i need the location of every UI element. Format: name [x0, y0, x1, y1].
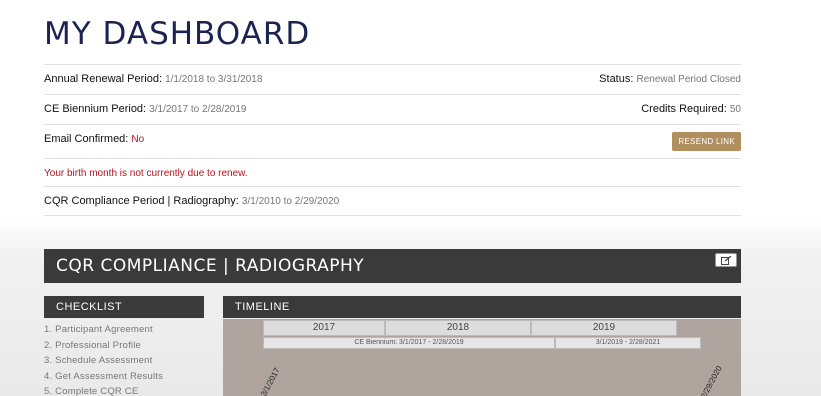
ce-row: CE Biennium Period: 3/1/2017 to 2/28/201…: [44, 94, 741, 124]
credits-label: Credits Required:: [641, 103, 727, 115]
renewal-value: 1/1/2018 to 3/31/2018: [165, 74, 263, 85]
page-title: MY DASHBOARD: [44, 16, 311, 52]
credits-group: Credits Required: 50: [641, 103, 741, 115]
timeline-year: 2018: [385, 320, 531, 336]
cqr-section-header: CQR COMPLIANCE | RADIOGRAPHY: [44, 249, 741, 283]
checklist-item[interactable]: 5. Complete CQR CE: [44, 384, 204, 396]
checklist-item[interactable]: 2. Professional Profile: [44, 338, 204, 354]
email-row: Email Confirmed: No RESEND LINK: [44, 124, 741, 158]
timeline-year: 2019: [531, 320, 677, 336]
checklist-header: CHECKLIST: [44, 296, 204, 318]
edit-button[interactable]: [715, 253, 737, 267]
timeline-header: TIMELINE: [223, 296, 741, 318]
checklist: 1. Participant Agreement 2. Professional…: [44, 322, 204, 396]
cqr-row: CQR Compliance Period | Radiography: 3/1…: [44, 186, 741, 216]
checklist-item[interactable]: 3. Schedule Assessment: [44, 353, 204, 369]
renewal-label: Annual Renewal Period:: [44, 73, 163, 85]
status-label: Status:: [599, 73, 634, 85]
cqr-label: CQR Compliance Period | Radiography:: [44, 195, 239, 207]
timeline-year: 2017: [263, 320, 385, 336]
ce-value: 3/1/2017 to 2/28/2019: [149, 104, 247, 115]
email-value: No: [131, 134, 145, 145]
account-info-table: Annual Renewal Period: 1/1/2018 to 3/31/…: [44, 64, 741, 216]
checklist-item[interactable]: 4. Get Assessment Results: [44, 369, 204, 385]
email-label: Email Confirmed:: [44, 133, 129, 145]
timeline-start-date: 3/1/2017: [259, 366, 282, 396]
section-title: CQR COMPLIANCE | RADIOGRAPHY: [56, 256, 365, 276]
timeline-chart: 2017 2018 2019 CE Biennium: 3/1/2017 - 2…: [223, 319, 741, 396]
credits-value: 50: [729, 104, 741, 115]
timeline-cycle: CE Biennium: 3/1/2017 - 2/28/2019: [263, 337, 555, 349]
timeline-cycle: 3/1/2019 - 2/28/2021: [555, 337, 701, 349]
warning-row: Your birth month is not currently due to…: [44, 158, 741, 186]
resend-link-button[interactable]: RESEND LINK: [672, 132, 741, 151]
status-value: Renewal Period Closed: [636, 74, 741, 85]
timeline-end-date: 2/29/2020: [699, 364, 724, 396]
edit-icon: [721, 256, 732, 265]
cqr-value: 3/1/2010 to 2/29/2020: [241, 196, 340, 207]
ce-label: CE Biennium Period:: [44, 103, 147, 115]
status-group: Status: Renewal Period Closed: [599, 73, 741, 85]
checklist-item[interactable]: 1. Participant Agreement: [44, 322, 204, 338]
renewal-row: Annual Renewal Period: 1/1/2018 to 3/31/…: [44, 64, 741, 94]
renewal-warning: Your birth month is not currently due to…: [44, 168, 248, 179]
